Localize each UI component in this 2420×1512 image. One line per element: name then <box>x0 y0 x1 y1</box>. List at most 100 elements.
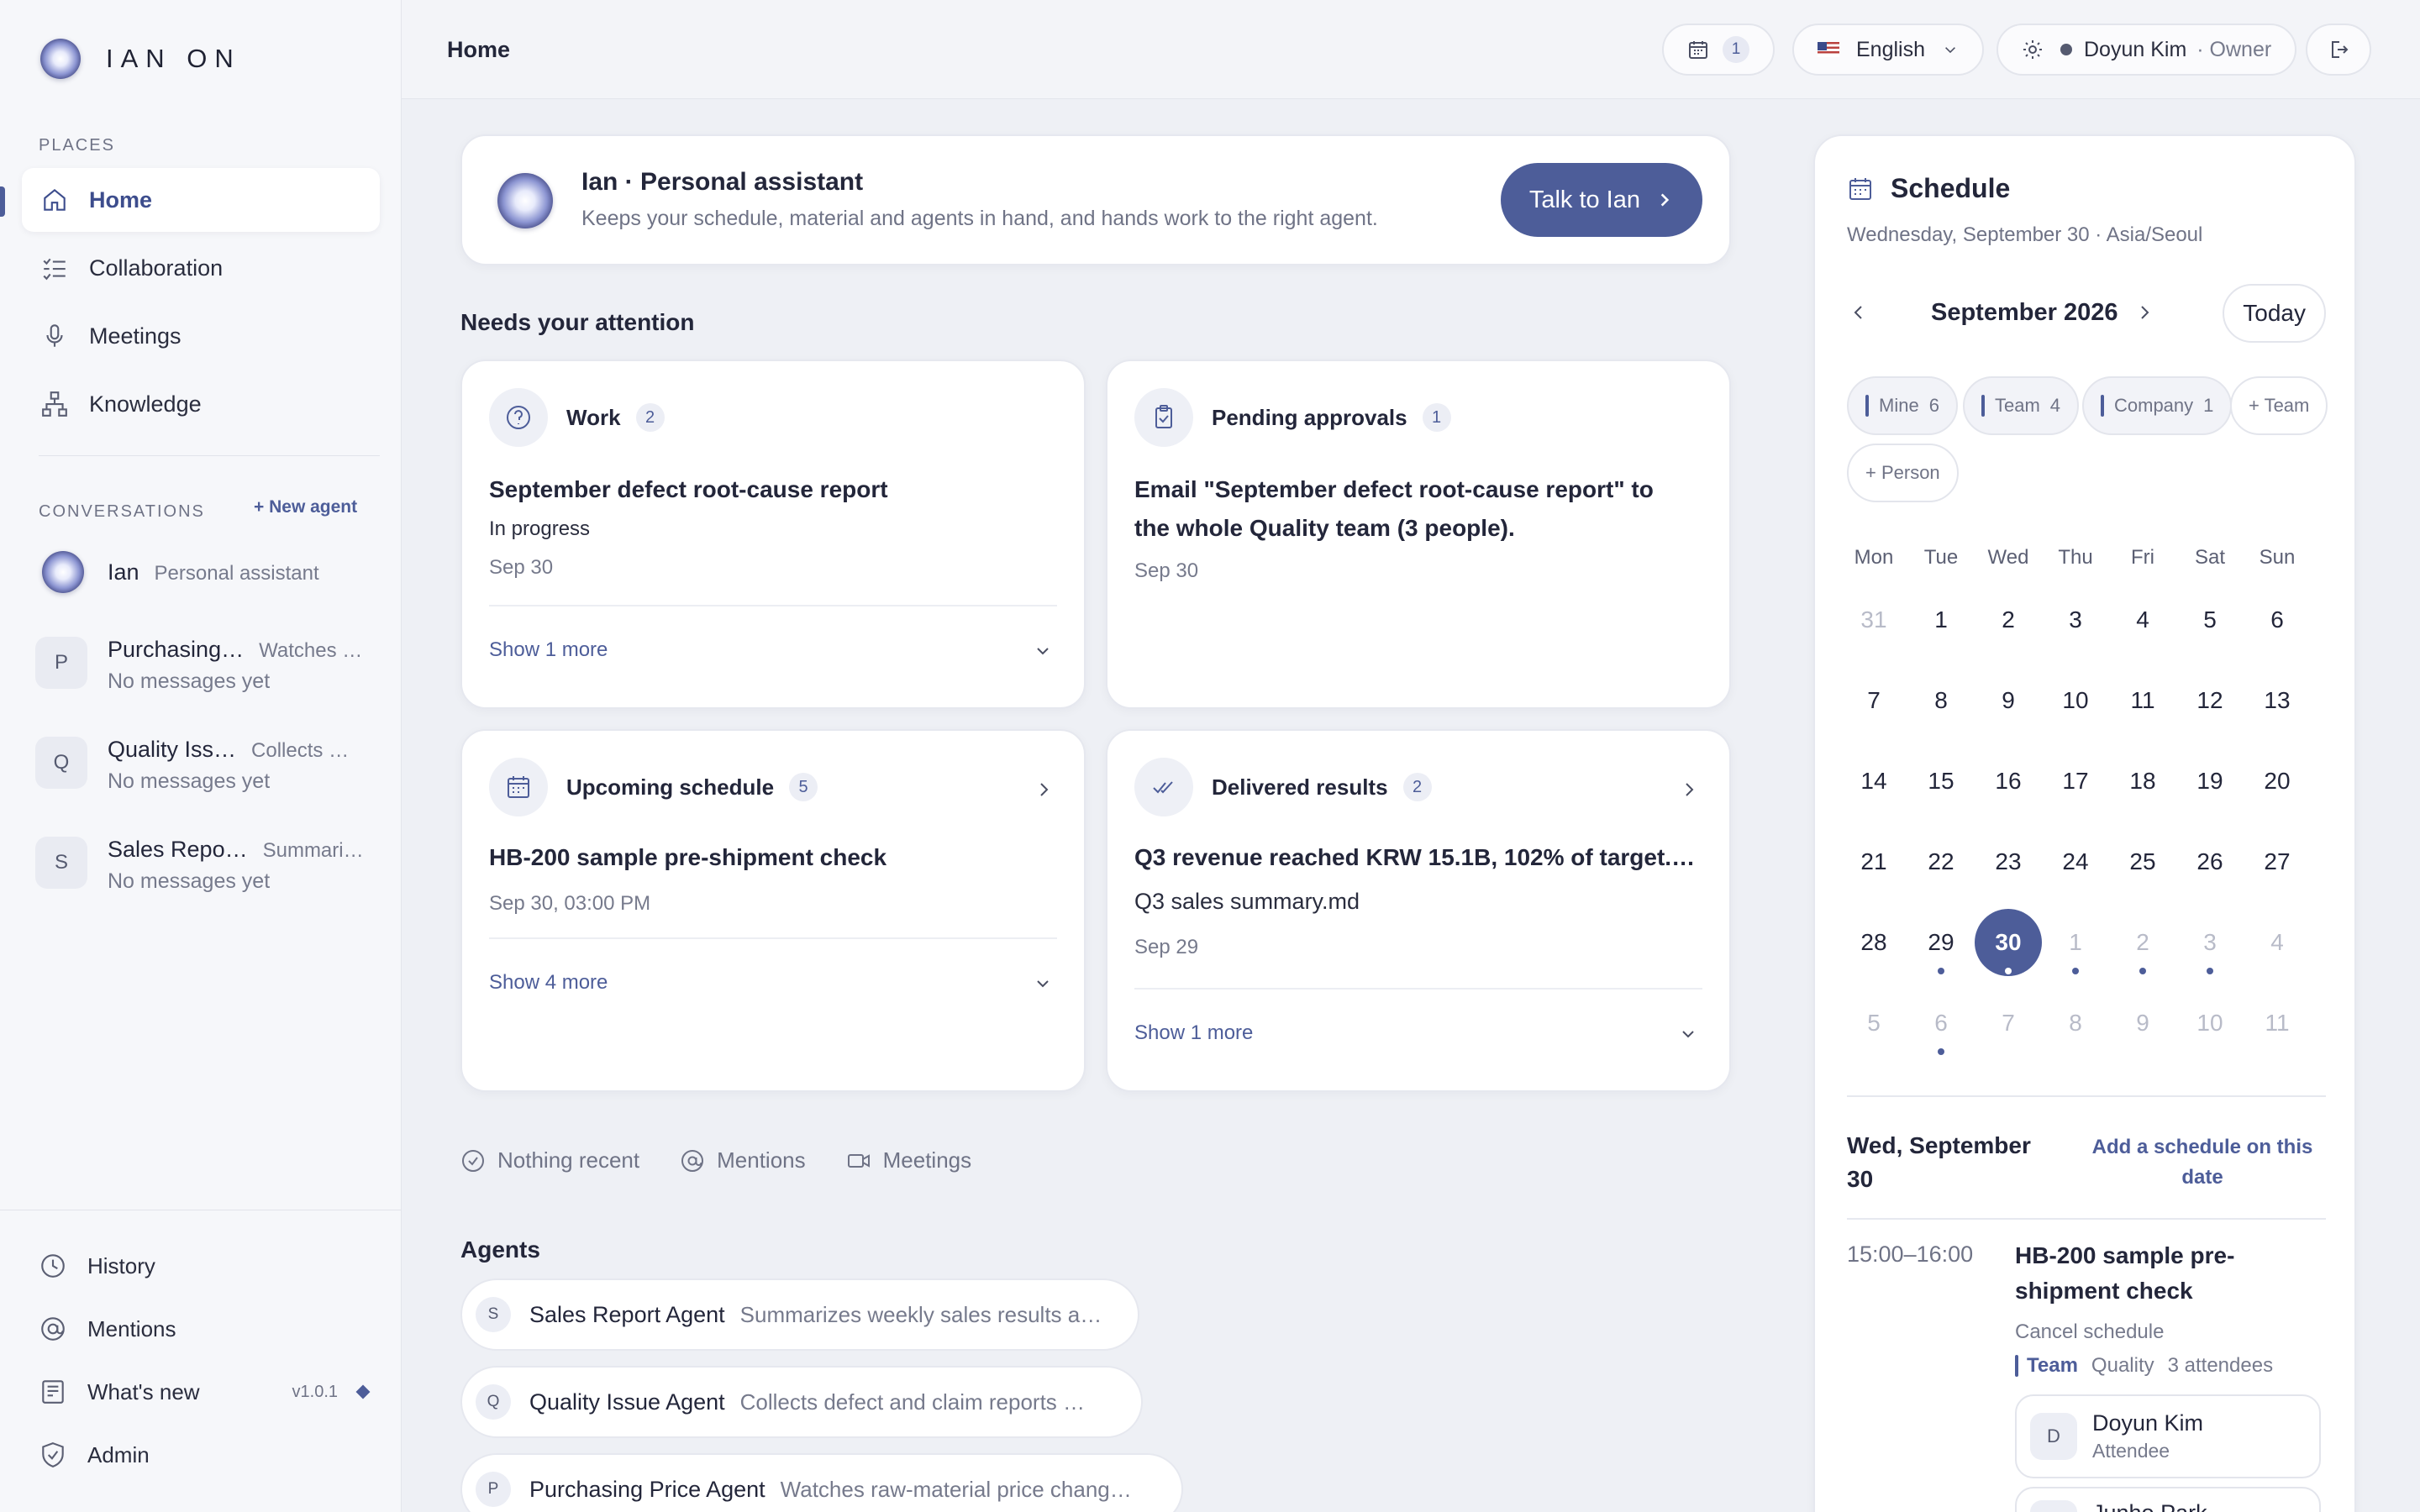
calendar-day[interactable]: 10 <box>2176 990 2244 1057</box>
calendar-notification-button[interactable]: 1 <box>1662 24 1775 76</box>
filter-mentions[interactable]: Mentions <box>680 1147 806 1173</box>
calendar-day[interactable]: 6 <box>2244 586 2311 654</box>
calendar-day[interactable]: 16 <box>1975 748 2042 815</box>
chip-team[interactable]: Team 4 <box>1963 376 2080 435</box>
calendar-day[interactable]: 31 <box>1840 586 1907 654</box>
attendee-card[interactable]: D Doyun Kim Attendee <box>2015 1394 2321 1478</box>
schedule-item-title[interactable]: HB-200 sample pre-shipment check <box>489 838 886 877</box>
calendar-day[interactable]: 28 <box>1840 909 1907 976</box>
add-team-button[interactable]: + Team <box>2230 376 2328 435</box>
approval-item-title-line2[interactable]: the whole Quality team (3 people). <box>1134 509 1515 548</box>
agent-sales-report[interactable]: S Sales Report Agent Summarizes weekly s… <box>460 1278 1139 1351</box>
conversation-purchasing[interactable]: P Purchasing… Watches … No messages yet <box>35 637 371 694</box>
show-more-button[interactable]: Show 1 more <box>489 638 608 662</box>
calendar-day[interactable]: 7 <box>1840 667 1907 734</box>
calendar-day[interactable]: 5 <box>2176 586 2244 654</box>
pending-approvals-card[interactable]: Pending approvals 1 Email "September def… <box>1106 360 1731 709</box>
work-item-title[interactable]: September defect root-cause report <box>489 470 888 509</box>
calendar-day[interactable]: 4 <box>2244 909 2311 976</box>
today-button[interactable]: Today <box>2223 284 2326 343</box>
calendar-day[interactable]: 8 <box>1907 667 1975 734</box>
calendar-day[interactable]: 7 <box>1975 990 2042 1057</box>
upcoming-schedule-card[interactable]: Upcoming schedule 5 HB-200 sample pre-sh… <box>460 729 1086 1092</box>
calendar-day[interactable]: 3 <box>2176 909 2244 976</box>
work-card[interactable]: Work 2 September defect root-cause repor… <box>460 360 1086 709</box>
add-person-button[interactable]: + Person <box>1847 444 1959 502</box>
calendar-day[interactable]: 2 <box>2109 909 2176 976</box>
sidebar-item-meetings[interactable]: Meetings <box>22 304 380 368</box>
filter-meetings[interactable]: Meetings <box>846 1147 971 1173</box>
card-title: Delivered results <box>1212 774 1388 800</box>
calendar-day[interactable]: 26 <box>2176 828 2244 895</box>
cancel-schedule-button[interactable]: Cancel schedule <box>2015 1320 2164 1344</box>
calendar-day[interactable]: 20 <box>2244 748 2311 815</box>
calendar-day[interactable]: 14 <box>1840 748 1907 815</box>
sidebar-item-admin[interactable]: Admin <box>39 1441 375 1469</box>
sidebar-item-collaboration[interactable]: Collaboration <box>22 236 380 300</box>
calendar-day[interactable]: 22 <box>1907 828 1975 895</box>
agent-quality-issue[interactable]: Q Quality Issue Agent Collects defect an… <box>460 1366 1143 1438</box>
show-more-button[interactable]: Show 4 more <box>489 971 608 995</box>
chevron-left-icon[interactable] <box>1847 301 1870 324</box>
delivered-results-card[interactable]: Delivered results 2 Q3 revenue reached K… <box>1106 729 1731 1092</box>
calendar-day[interactable]: 13 <box>2244 667 2311 734</box>
talk-to-ian-button[interactable]: Talk to Ian <box>1500 163 1702 237</box>
agent-purchasing-price[interactable]: P Purchasing Price Agent Watches raw-mat… <box>460 1453 1183 1512</box>
calendar-day[interactable]: 19 <box>2176 748 2244 815</box>
sidebar-item-home[interactable]: Home <box>22 168 380 232</box>
approval-item-title-line1[interactable]: Email "September defect root-cause repor… <box>1134 470 1654 509</box>
event-title[interactable]: HB-200 sample pre-shipment check <box>2015 1238 2292 1309</box>
new-agent-button[interactable]: + New agent <box>254 497 357 517</box>
calendar-day[interactable]: 30 <box>1975 909 2042 976</box>
conversation-desc: Summari… <box>262 839 364 862</box>
show-more-button[interactable]: Show 1 more <box>1134 1021 1253 1045</box>
calendar-day[interactable]: 1 <box>1907 586 1975 654</box>
calendar-day[interactable]: 21 <box>1840 828 1907 895</box>
logout-button[interactable] <box>2306 24 2371 76</box>
calendar-day[interactable]: 27 <box>2244 828 2311 895</box>
calendar-day[interactable]: 10 <box>2042 667 2109 734</box>
sidebar-item-mentions[interactable]: Mentions <box>39 1315 375 1343</box>
filter-nothing-recent[interactable]: Nothing recent <box>460 1147 639 1173</box>
chevron-right-icon[interactable] <box>1034 780 1054 800</box>
result-item-file[interactable]: Q3 sales summary.md <box>1134 889 1360 915</box>
conversation-sales[interactable]: S Sales Repo… Summari… No messages yet <box>35 837 371 894</box>
chip-company[interactable]: Company 1 <box>2082 376 2233 435</box>
calendar-day[interactable]: 3 <box>2042 586 2109 654</box>
chevron-down-icon[interactable] <box>1034 974 1052 993</box>
result-item-title[interactable]: Q3 revenue reached KRW 15.1B, 102% of ta… <box>1134 838 1714 877</box>
sidebar-item-knowledge[interactable]: Knowledge <box>22 372 380 436</box>
app-logo[interactable]: IAN ON <box>40 39 241 79</box>
calendar-day[interactable]: 18 <box>2109 748 2176 815</box>
chip-mine[interactable]: Mine 6 <box>1847 376 1958 435</box>
calendar-day[interactable]: 11 <box>2109 667 2176 734</box>
chevron-down-icon[interactable] <box>1034 642 1052 660</box>
calendar-day[interactable]: 29 <box>1907 909 1975 976</box>
calendar-day[interactable]: 2 <box>1975 586 2042 654</box>
calendar-day[interactable]: 12 <box>2176 667 2244 734</box>
chevron-right-icon[interactable] <box>2133 301 2156 324</box>
calendar-day[interactable]: 25 <box>2109 828 2176 895</box>
sidebar-item-whats-new[interactable]: What's new v1.0.1 <box>39 1378 375 1406</box>
calendar-day[interactable]: 11 <box>2244 990 2311 1057</box>
calendar-day[interactable]: 5 <box>1840 990 1907 1057</box>
language-select[interactable]: English <box>1792 24 1984 76</box>
calendar-day[interactable]: 6 <box>1907 990 1975 1057</box>
calendar-day[interactable]: 4 <box>2109 586 2176 654</box>
calendar-day[interactable]: 1 <box>2042 909 2109 976</box>
calendar-day[interactable]: 15 <box>1907 748 1975 815</box>
calendar-day[interactable]: 8 <box>2042 990 2109 1057</box>
calendar-day[interactable]: 9 <box>1975 667 2042 734</box>
attendee-card[interactable]: Junho Park <box>2015 1487 2321 1512</box>
calendar-day[interactable]: 23 <box>1975 828 2042 895</box>
sidebar-item-history[interactable]: History <box>39 1252 375 1280</box>
calendar-day[interactable]: 9 <box>2109 990 2176 1057</box>
add-schedule-button[interactable]: Add a schedule on this date <box>2081 1132 2324 1193</box>
conversation-quality[interactable]: Q Quality Iss… Collects … No messages ye… <box>35 737 371 794</box>
user-menu-button[interactable]: Doyun Kim · Owner <box>1996 24 2297 76</box>
calendar-day[interactable]: 24 <box>2042 828 2109 895</box>
chevron-down-icon[interactable] <box>1679 1025 1697 1043</box>
chevron-right-icon[interactable] <box>1679 780 1699 800</box>
conversation-ian[interactable]: Ian Personal assistant <box>35 551 371 593</box>
calendar-day[interactable]: 17 <box>2042 748 2109 815</box>
